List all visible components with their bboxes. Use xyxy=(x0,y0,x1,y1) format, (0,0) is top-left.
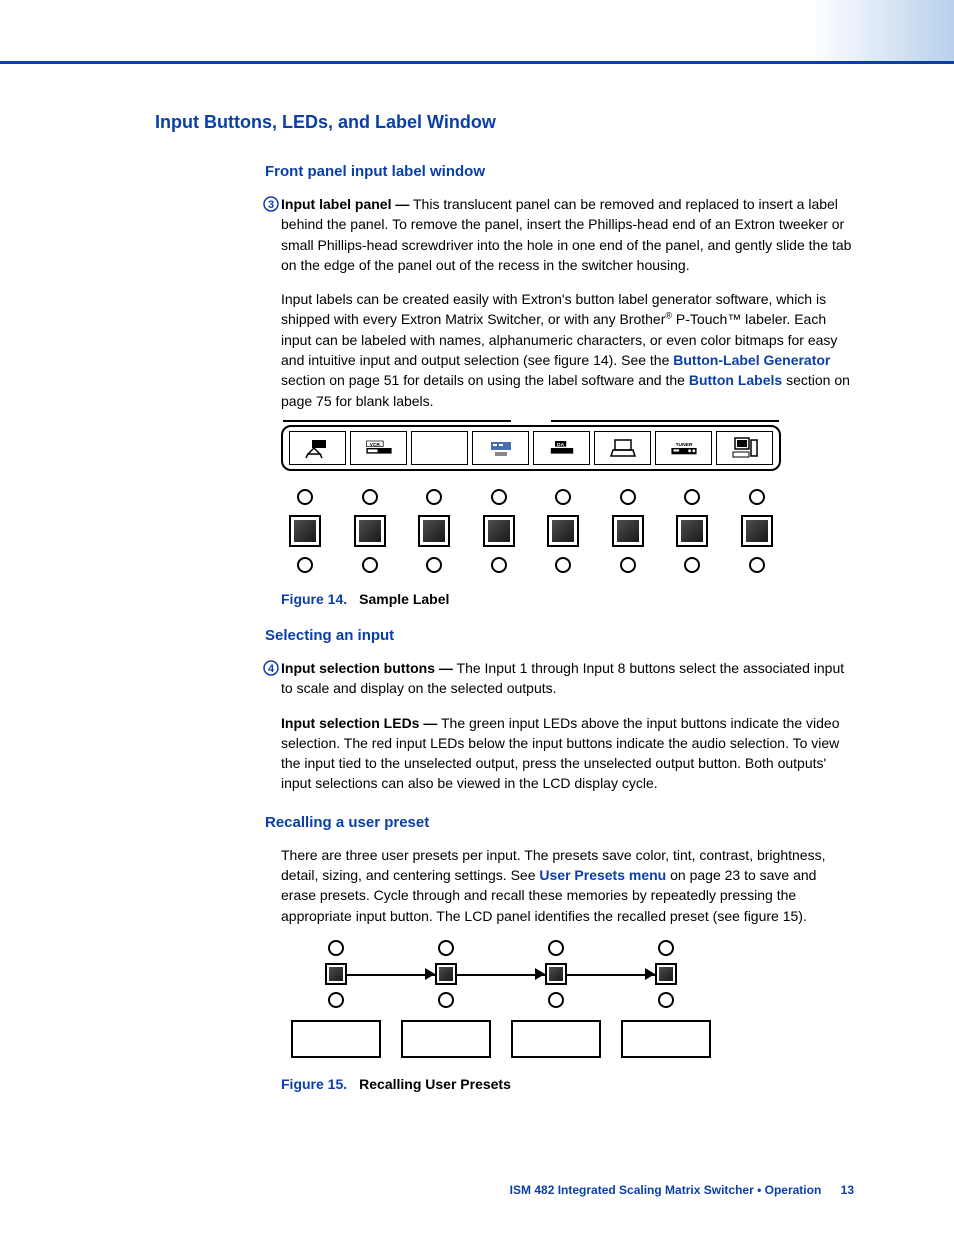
link-button-labels[interactable]: Button Labels xyxy=(689,372,782,388)
fig15-led-top-1 xyxy=(328,940,344,956)
figure-15-title: Recalling User Presets xyxy=(359,1076,511,1092)
heading-recalling-preset: Recalling a user preset xyxy=(265,814,854,831)
led-bottom-8 xyxy=(749,557,765,573)
top-accent-bar xyxy=(0,0,954,64)
input-button-7[interactable] xyxy=(676,515,708,547)
fig15-led-bottom-3 xyxy=(548,992,564,1008)
fig15-led-bottom-2 xyxy=(438,992,454,1008)
heading-main: Input Buttons, LEDs, and Label Window xyxy=(155,112,854,133)
led-bottom-3 xyxy=(426,557,442,573)
footer-text: ISM 482 Integrated Scaling Matrix Switch… xyxy=(510,1183,822,1197)
input-label-panel-label: Input label panel — xyxy=(281,196,409,212)
fig15-led-top-4 xyxy=(658,940,674,956)
fig15-button-3[interactable] xyxy=(545,963,567,985)
svg-text:4: 4 xyxy=(268,663,275,675)
input-button-8[interactable] xyxy=(741,515,773,547)
svg-text:3: 3 xyxy=(268,199,274,211)
led-button-row xyxy=(281,489,781,573)
label-strip: VCR DA TUNER xyxy=(281,425,781,471)
lcd-panel-4 xyxy=(621,1020,711,1058)
figure-15-number: Figure 15. xyxy=(281,1076,347,1092)
callout-number-3-icon: 3 xyxy=(263,196,281,212)
link-user-presets-menu[interactable]: User Presets menu xyxy=(539,867,666,883)
fig15-led-top-2 xyxy=(438,940,454,956)
led-bottom-2 xyxy=(362,557,378,573)
fig15-button-1[interactable] xyxy=(325,963,347,985)
svg-text:DA: DA xyxy=(557,442,565,448)
led-top-4 xyxy=(491,489,507,505)
section1-para2c: section on page 51 for details on using … xyxy=(281,372,689,388)
lcd-panel-2 xyxy=(401,1020,491,1058)
modem-icon xyxy=(487,436,515,460)
page-footer: ISM 482 Integrated Scaling Matrix Switch… xyxy=(510,1183,854,1197)
page-content: Input Buttons, LEDs, and Label Window Fr… xyxy=(0,64,954,1092)
svg-text:TUNER: TUNER xyxy=(675,442,692,448)
laptop-icon xyxy=(609,436,637,460)
heading-selecting-input: Selecting an input xyxy=(265,627,854,644)
led-bottom-6 xyxy=(620,557,636,573)
callout-number-4-icon: 4 xyxy=(263,660,281,676)
led-top-6 xyxy=(620,489,636,505)
lcd-panel-3 xyxy=(511,1020,601,1058)
link-button-label-generator[interactable]: Button-Label Generator xyxy=(673,352,830,368)
led-top-8 xyxy=(749,489,765,505)
callout-4-text: Input selection buttons — The Input 1 th… xyxy=(281,658,854,699)
label-cell-blank xyxy=(411,431,468,465)
fig15-led-bottom-1 xyxy=(328,992,344,1008)
fig15-button-2[interactable] xyxy=(435,963,457,985)
input-button-1[interactable] xyxy=(289,515,321,547)
fig15-button-4[interactable] xyxy=(655,963,677,985)
figure-14-title: Sample Label xyxy=(359,591,449,607)
input-button-5[interactable] xyxy=(547,515,579,547)
section3-para1: There are three user presets per input. … xyxy=(281,845,854,926)
label-cell-laptop xyxy=(594,431,651,465)
pc-icon xyxy=(731,436,759,460)
camera-icon xyxy=(304,436,332,460)
section2-para2: Input selection LEDs — The green input L… xyxy=(281,713,854,794)
strip-top-ticks xyxy=(283,420,779,427)
tuner-icon: TUNER xyxy=(670,436,698,460)
label-cell-vcr: VCR xyxy=(350,431,407,465)
led-bottom-5 xyxy=(555,557,571,573)
input-button-6[interactable] xyxy=(612,515,644,547)
input-button-3[interactable] xyxy=(418,515,450,547)
footer-page-number: 13 xyxy=(841,1183,854,1197)
input-button-4[interactable] xyxy=(483,515,515,547)
label-cell-da: DA xyxy=(533,431,590,465)
fig15-led-top-3 xyxy=(548,940,564,956)
arrow-icon xyxy=(535,968,545,980)
label-cell-modem xyxy=(472,431,529,465)
arrow-icon xyxy=(425,968,435,980)
led-top-3 xyxy=(426,489,442,505)
arrow-icon xyxy=(645,968,655,980)
led-top-7 xyxy=(684,489,700,505)
input-selection-leds-label: Input selection LEDs — xyxy=(281,715,437,731)
led-top-1 xyxy=(297,489,313,505)
led-bottom-4 xyxy=(491,557,507,573)
label-cell-pc xyxy=(716,431,773,465)
led-top-5 xyxy=(555,489,571,505)
section1-para2: Input labels can be created easily with … xyxy=(281,289,854,411)
led-bottom-7 xyxy=(684,557,700,573)
heading-front-panel: Front panel input label window xyxy=(265,163,854,180)
vcr-icon: VCR xyxy=(365,436,393,460)
da-icon: DA xyxy=(548,436,576,460)
figure-14-caption: Figure 14. Sample Label xyxy=(281,591,854,607)
led-bottom-1 xyxy=(297,557,313,573)
callout-3-text: Input label panel — This translucent pan… xyxy=(281,194,854,275)
lcd-panel-1 xyxy=(291,1020,381,1058)
input-button-2[interactable] xyxy=(354,515,386,547)
label-cell-tuner: TUNER xyxy=(655,431,712,465)
callout-3-row: 3 Input label panel — This translucent p… xyxy=(263,194,854,275)
label-cell-camera xyxy=(289,431,346,465)
fig15-led-bottom-4 xyxy=(658,992,674,1008)
figure-15 xyxy=(281,940,721,1058)
led-top-2 xyxy=(362,489,378,505)
input-selection-buttons-label: Input selection buttons — xyxy=(281,660,453,676)
svg-text:VCR: VCR xyxy=(369,442,380,448)
figure-14-number: Figure 14. xyxy=(281,591,347,607)
callout-4-row: 4 Input selection buttons — The Input 1 … xyxy=(263,658,854,699)
figure-15-caption: Figure 15. Recalling User Presets xyxy=(281,1076,854,1092)
figure-14: VCR DA TUNER xyxy=(281,425,781,573)
